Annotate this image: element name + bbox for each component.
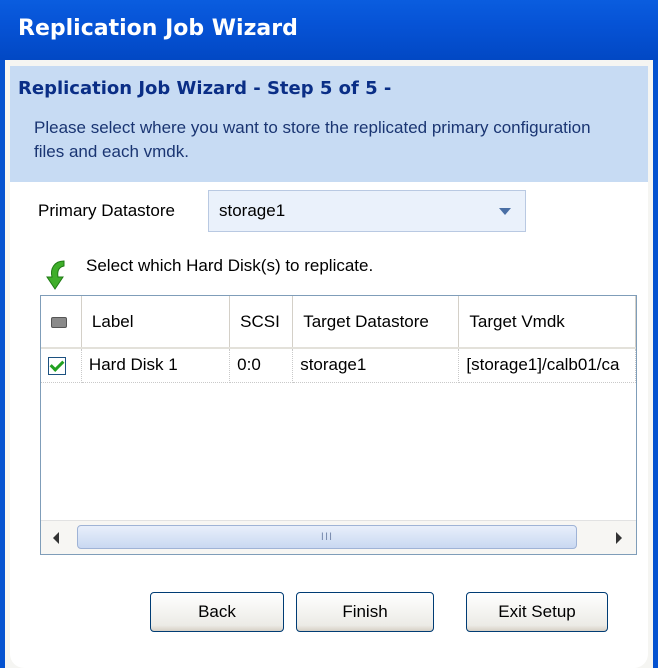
chevron-down-icon[interactable] (499, 208, 511, 215)
cell-target-vmdk[interactable]: [storage1]/calb01/ca (458, 348, 636, 383)
hard-disk-icon (51, 316, 67, 328)
cell-label: Hard Disk 1 (81, 348, 231, 383)
back-button[interactable]: Back (150, 592, 284, 632)
column-header-label[interactable]: Label (81, 296, 231, 349)
step-title: Replication Job Wizard - Step 5 of 5 - (18, 78, 392, 99)
title-bar[interactable]: Replication Job Wizard (0, 0, 658, 60)
scroll-left-icon[interactable] (53, 532, 59, 544)
column-header-scsi[interactable]: SCSI (229, 296, 294, 349)
window-frame-right (653, 60, 658, 668)
primary-datastore-value: storage1 (219, 201, 286, 220)
cell-scsi: 0:0 (229, 348, 294, 383)
window-title: Replication Job Wizard (18, 16, 298, 41)
finish-button[interactable]: Finish (296, 592, 434, 632)
column-header-target-datastore[interactable]: Target Datastore (292, 296, 460, 349)
column-header-target-vmdk[interactable]: Target Vmdk (458, 296, 636, 349)
row-checkbox-cell[interactable] (41, 348, 82, 383)
table-row[interactable]: Hard Disk 1 0:0 storage1 [storage1]/calb… (41, 348, 636, 383)
step-description: Please select where you want to store th… (34, 118, 591, 161)
hard-disk-table[interactable]: Label SCSI Target Datastore Target Vmdk … (40, 295, 637, 555)
wizard-header: Replication Job Wizard - Step 5 of 5 - P… (10, 66, 648, 182)
table-header-row: Label SCSI Target Datastore Target Vmdk (41, 296, 636, 349)
column-header-select[interactable] (41, 296, 82, 349)
disk-select-hint: Select which Hard Disk(s) to replicate. (86, 256, 374, 275)
scrollbar-thumb[interactable]: III (77, 525, 577, 549)
primary-datastore-label: Primary Datastore (38, 201, 175, 220)
horizontal-scrollbar[interactable]: III (41, 520, 636, 554)
replicate-checkbox[interactable] (48, 356, 66, 375)
green-arrow-icon (46, 260, 65, 290)
scroll-right-icon[interactable] (616, 532, 622, 544)
cell-target-datastore[interactable]: storage1 (292, 348, 460, 383)
exit-setup-button[interactable]: Exit Setup (466, 592, 608, 632)
primary-datastore-dropdown[interactable]: storage1 (208, 190, 526, 232)
